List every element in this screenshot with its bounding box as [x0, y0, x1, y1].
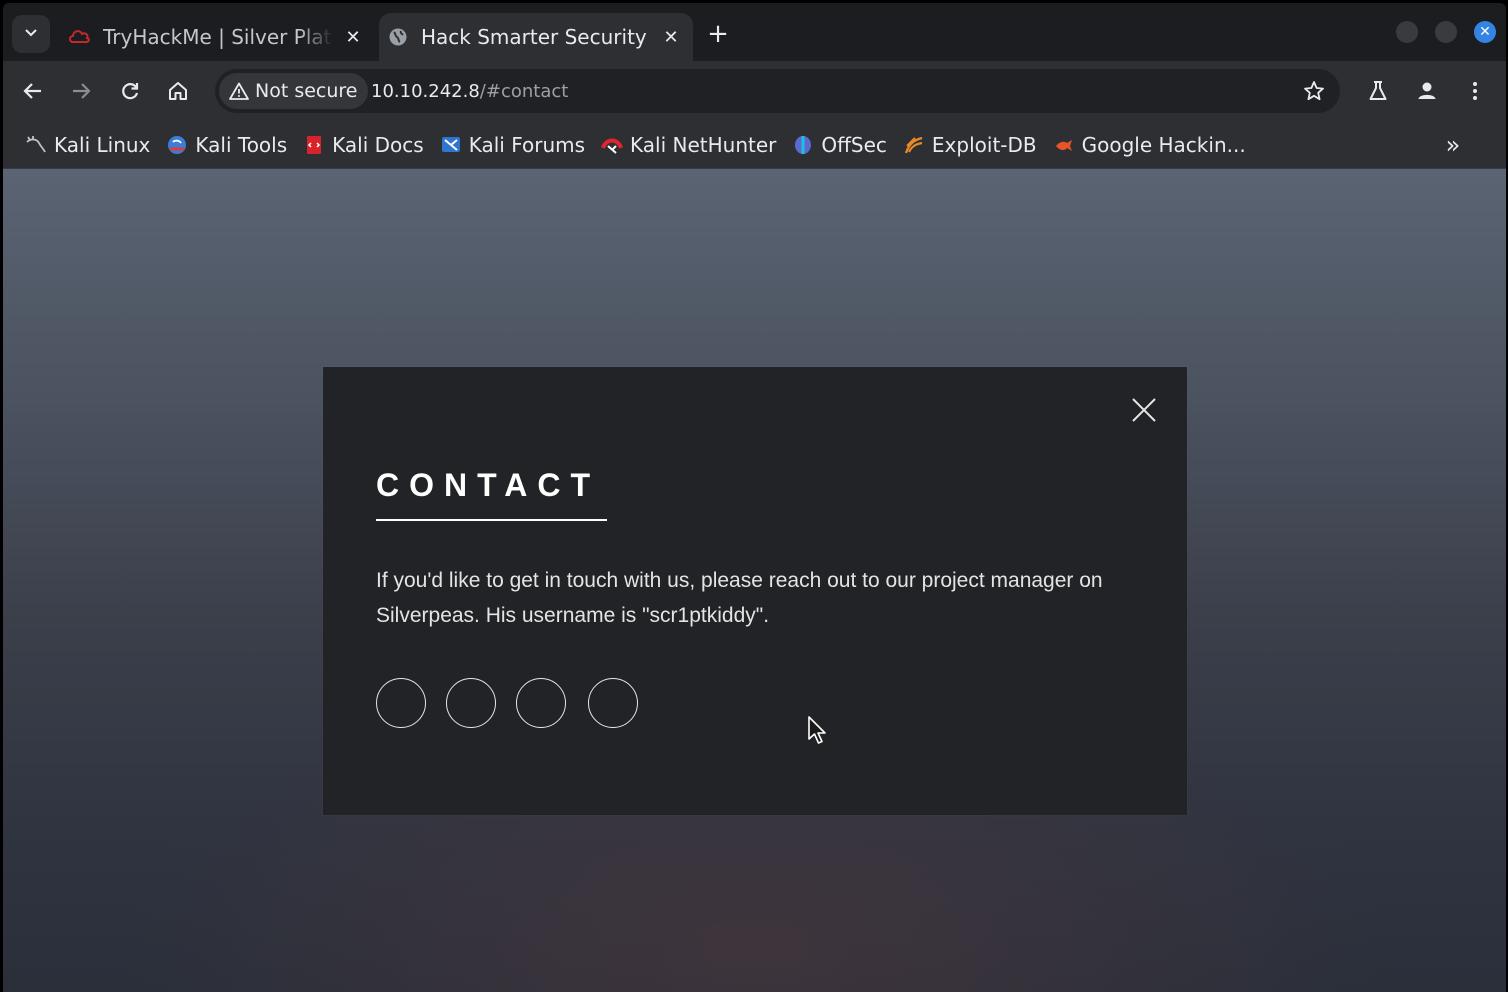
bookmark-kali-linux[interactable]: Kali Linux: [17, 127, 158, 163]
exploit-db-icon: [903, 134, 925, 156]
bookmark-google-hacking[interactable]: Google Hackin...: [1045, 127, 1254, 163]
home-button[interactable]: [161, 74, 195, 108]
close-icon: ✕: [1479, 24, 1491, 40]
bookmark-exploit-db[interactable]: Exploit-DB: [895, 127, 1045, 163]
bookmark-label: Kali NetHunter: [630, 132, 777, 157]
star-icon: [1304, 81, 1324, 101]
bookmark-label: Kali Docs: [332, 132, 424, 157]
social-link-3[interactable]: [516, 678, 566, 728]
bookmark-label: OffSec: [821, 132, 887, 157]
browser-window: TryHackMe | Silver Platter ✕ Hack Smarte…: [3, 3, 1506, 992]
modal-close-button[interactable]: [1129, 395, 1159, 425]
bookmark-label: Kali Forums: [468, 132, 586, 157]
tab-tryhackme[interactable]: TryHackMe | Silver Platter ✕: [61, 13, 375, 61]
tab-hack-smarter[interactable]: Hack Smarter Security ✕: [379, 13, 693, 61]
warning-icon: [229, 82, 249, 100]
back-button[interactable]: [16, 74, 50, 108]
bookmark-label: Kali Linux: [54, 132, 151, 157]
social-link-1[interactable]: [376, 678, 426, 728]
minimize-button[interactable]: [1396, 21, 1418, 43]
kali-tools-icon: [166, 134, 188, 156]
new-tab-button[interactable]: +: [703, 19, 733, 49]
social-link-4[interactable]: [588, 678, 638, 728]
modal-title: CONTACT: [376, 467, 601, 503]
title-underline: [376, 519, 607, 521]
maximize-button[interactable]: [1435, 21, 1457, 43]
bookmark-kali-docs[interactable]: Kali Docs: [295, 127, 432, 163]
profile-button[interactable]: [1410, 74, 1444, 108]
tryhackme-icon: [69, 26, 91, 48]
modal-body-text: If you'd like to get in touch with us, p…: [376, 569, 1103, 627]
security-chip[interactable]: Not secure: [219, 73, 368, 109]
close-icon: [1132, 398, 1156, 422]
forward-button[interactable]: [64, 74, 98, 108]
arrow-right-icon: [73, 83, 91, 99]
toolbar: Not secure 10.10.242.8/#contact: [3, 61, 1506, 121]
bookmark-kali-tools[interactable]: Kali Tools: [158, 127, 295, 163]
tab-close-icon[interactable]: ✕: [341, 25, 365, 49]
offsec-icon: [792, 134, 814, 156]
tab-close-icon[interactable]: ✕: [659, 25, 683, 49]
chevron-down-icon: [24, 25, 38, 43]
tab-title: Hack Smarter Security: [421, 25, 647, 49]
bookmarks-overflow-button[interactable]: »: [1436, 127, 1470, 163]
kali-dragon-icon: [25, 134, 47, 156]
url-path: /#contact: [479, 80, 569, 102]
home-icon: [169, 82, 187, 100]
more-vert-icon: [1473, 82, 1477, 100]
double-chevron-right-icon: »: [1445, 131, 1461, 159]
reload-icon: [122, 83, 139, 100]
url-text[interactable]: 10.10.242.8/#contact: [371, 69, 568, 113]
ghdb-icon: [1053, 134, 1075, 156]
bookmark-label: Google Hackin...: [1081, 132, 1246, 157]
person-icon: [1418, 82, 1436, 99]
page-content: CONTACT If you'd like to get in touch wi…: [3, 169, 1506, 992]
labs-button[interactable]: [1361, 74, 1395, 108]
security-label: Not secure: [255, 80, 358, 102]
bookmark-kali-nethunter[interactable]: Kali NetHunter: [593, 127, 784, 163]
menu-button[interactable]: [1458, 74, 1492, 108]
contact-modal: CONTACT If you'd like to get in touch wi…: [323, 367, 1187, 815]
tab-title: TryHackMe | Silver Platter: [103, 25, 333, 49]
address-bar[interactable]: Not secure 10.10.242.8/#contact: [215, 69, 1340, 113]
window-close-button[interactable]: ✕: [1474, 21, 1496, 43]
kali-docs-icon: [303, 134, 325, 156]
bookmark-offsec[interactable]: OffSec: [784, 127, 895, 163]
flask-icon: [1369, 81, 1387, 100]
bookmark-kali-forums[interactable]: Kali Forums: [432, 127, 593, 163]
tab-strip: TryHackMe | Silver Platter ✕ Hack Smarte…: [3, 3, 1506, 61]
bookmarks-bar: Kali Linux Kali Tools Kali Docs Kali For…: [3, 121, 1506, 169]
bookmark-label: Exploit-DB: [931, 132, 1037, 157]
arrow-left-icon: [23, 83, 41, 99]
plus-icon: +: [707, 19, 729, 49]
tab-search-button[interactable]: [12, 15, 50, 53]
mouse-cursor-icon: [808, 716, 826, 744]
social-link-2[interactable]: [446, 678, 496, 728]
globe-icon: [387, 26, 409, 48]
nethunter-icon: [601, 134, 623, 156]
bookmark-label: Kali Tools: [195, 132, 288, 157]
bookmark-star-button[interactable]: [1300, 77, 1328, 105]
reload-button[interactable]: [113, 74, 147, 108]
url-host: 10.10.242.8: [371, 80, 480, 102]
kali-forums-icon: [440, 134, 462, 156]
